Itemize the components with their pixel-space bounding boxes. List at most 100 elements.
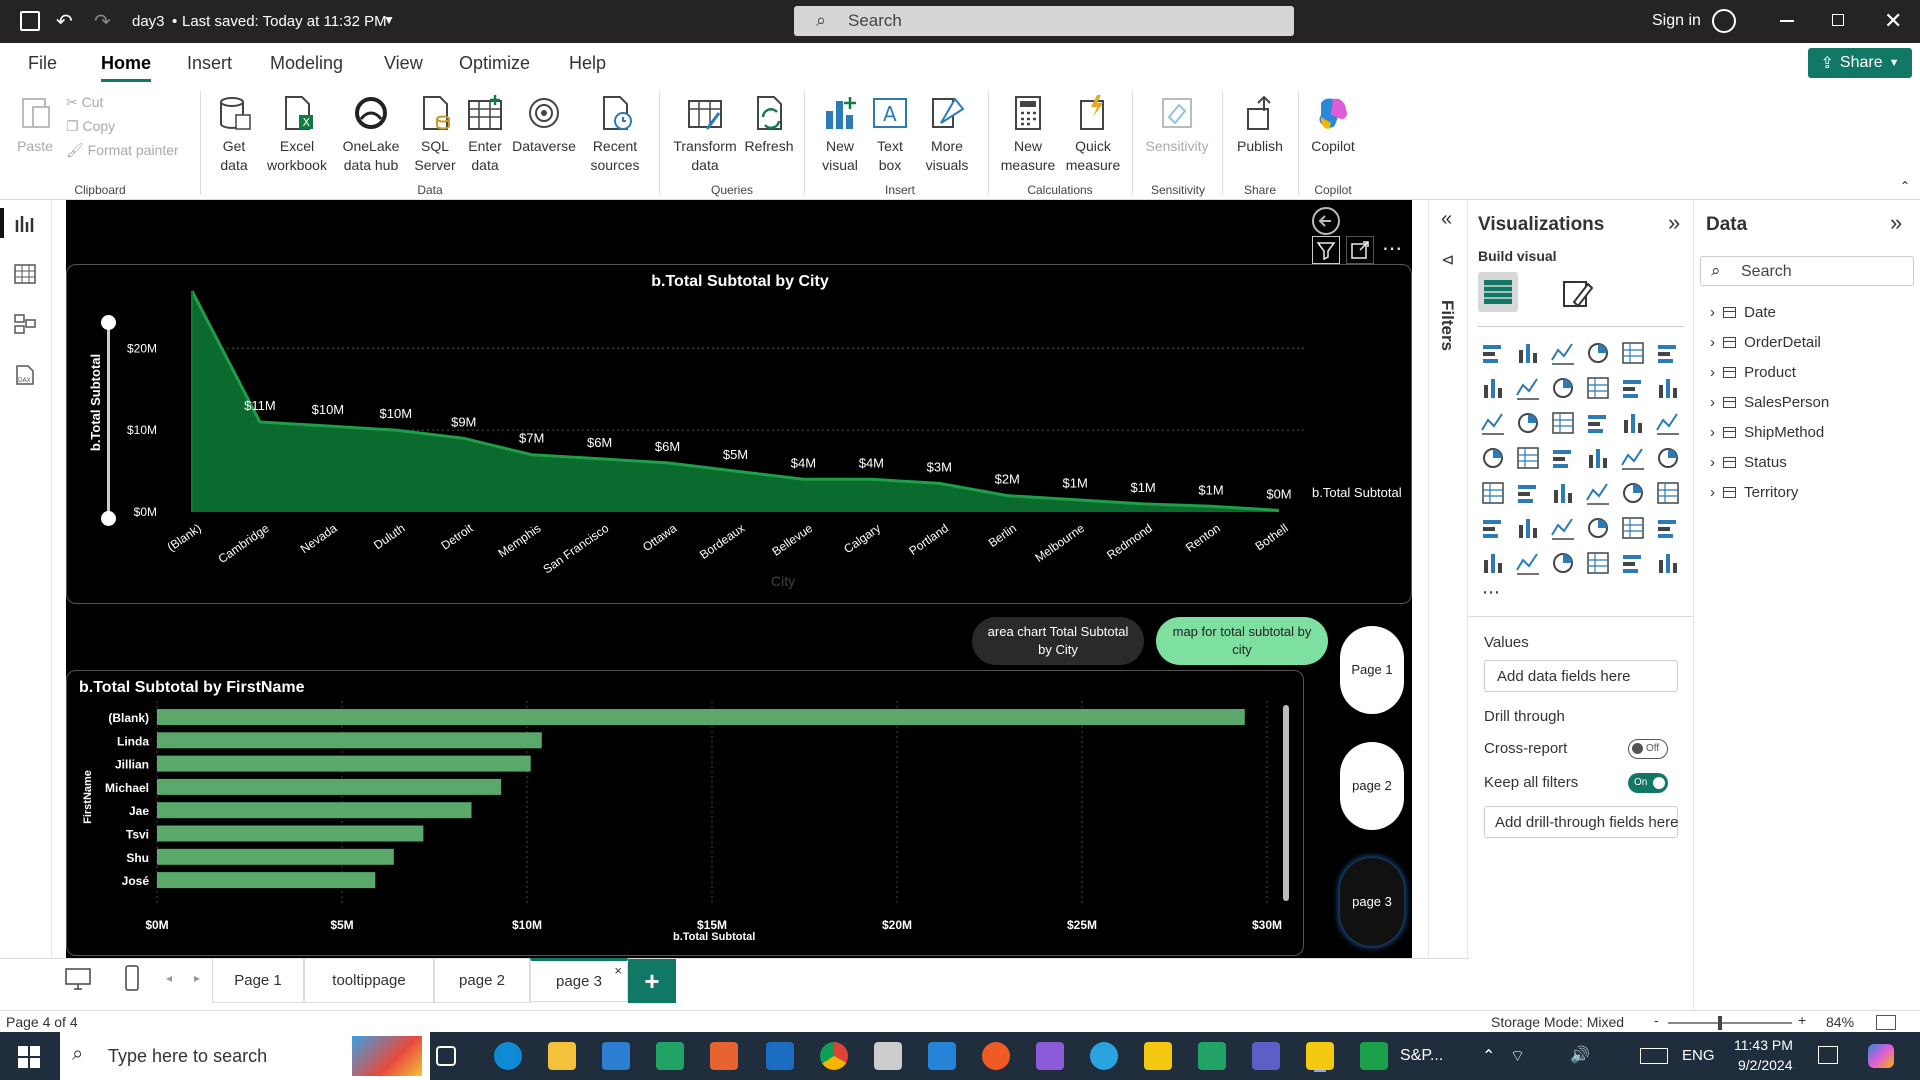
store-icon[interactable] — [602, 1042, 630, 1070]
tab-page-3[interactable]: page 3 × — [530, 958, 628, 1002]
new-measure-button[interactable]: New measure — [996, 93, 1060, 175]
language-indicator[interactable]: ENG — [1682, 1047, 1715, 1064]
treemap-icon[interactable] — [1480, 445, 1506, 471]
area-chart-nav-button[interactable]: area chart Total Subtotal by City — [972, 617, 1144, 665]
report-view-icon[interactable] — [0, 208, 4, 238]
menu-modeling[interactable]: Modeling — [270, 53, 343, 74]
menu-insert[interactable]: Insert — [187, 53, 232, 74]
mail-envelope-icon[interactable] — [874, 1042, 902, 1070]
more-visuals-ellipsis-icon[interactable]: ⋯ — [1482, 582, 1500, 603]
chevron-right-icon[interactable]: › — [1710, 454, 1719, 471]
speaker-icon[interactable]: 🔊 — [1570, 1045, 1590, 1065]
task-view-icon[interactable] — [436, 1046, 456, 1066]
network-icon[interactable]: ⌔ — [1510, 1046, 1525, 1066]
recent-sources-button[interactable]: Recent sources — [582, 93, 648, 175]
chevron-right-icon[interactable]: › — [1710, 334, 1719, 351]
azure-map-icon[interactable] — [1585, 445, 1611, 471]
close-icon[interactable]: ✕ — [1884, 8, 1902, 34]
table-item[interactable]: › Status — [1710, 454, 1787, 471]
quick-measure-button[interactable]: Quick measure — [1062, 93, 1124, 175]
taskbar-search-input[interactable]: ⌕ Type here to search — [60, 1032, 430, 1080]
chevron-right-icon[interactable]: › — [1710, 394, 1719, 411]
bar[interactable] — [157, 825, 424, 842]
page-1-nav-button[interactable]: Page 1 — [1340, 626, 1404, 714]
menu-file[interactable]: File — [28, 53, 57, 74]
kpi-icon[interactable] — [1515, 480, 1541, 506]
notification-icon[interactable] — [1818, 1046, 1838, 1064]
new-visual-button[interactable]: New visual — [814, 93, 866, 175]
add-page-button[interactable]: + — [628, 959, 676, 1003]
app-icon-orange[interactable] — [710, 1042, 738, 1070]
scatter-icon[interactable] — [1585, 410, 1611, 436]
slicer-icon[interactable] — [1550, 480, 1576, 506]
data-search-input[interactable]: ⌕ Search — [1700, 256, 1914, 286]
dataverse-button[interactable]: Dataverse — [510, 93, 578, 156]
get-data-button[interactable]: Get data — [210, 93, 258, 175]
refresh-button[interactable]: Refresh — [742, 93, 796, 156]
line-column-icon[interactable] — [1620, 375, 1646, 401]
tab-page-1[interactable]: Page 1 — [212, 959, 304, 1003]
page-2-nav-button[interactable]: page 2 — [1340, 742, 1404, 830]
zoom-out-icon[interactable]: - — [1654, 1012, 1659, 1028]
filled-map-icon[interactable] — [1550, 445, 1576, 471]
bar[interactable] — [157, 848, 394, 865]
sql-server-button[interactable]: SQL Server — [412, 93, 458, 175]
postman-icon[interactable] — [982, 1042, 1010, 1070]
bar[interactable] — [157, 778, 502, 795]
telegram-icon[interactable] — [1090, 1042, 1118, 1070]
mail-icon[interactable] — [766, 1042, 794, 1070]
back-arrow-icon[interactable] — [1311, 206, 1341, 236]
paste-button[interactable]: Paste — [14, 93, 56, 156]
prev-page-icon[interactable]: ◂ — [166, 971, 172, 985]
close-tab-icon[interactable]: × — [614, 963, 622, 978]
bar-chart-card[interactable]: b.Total Subtotal by FirstName FirstName … — [66, 670, 1304, 956]
restore-icon[interactable] — [1832, 14, 1844, 26]
narrative-new-icon[interactable] — [1550, 550, 1576, 576]
menu-home[interactable]: Home — [101, 53, 152, 82]
drill-through-drop-zone[interactable]: Add drill-through fields here — [1484, 806, 1678, 838]
key-influencers-icon[interactable] — [1515, 515, 1541, 541]
table-item[interactable]: › Product — [1710, 364, 1796, 381]
build-visual-tab[interactable] — [1478, 272, 1518, 312]
chevron-right-icon[interactable]: › — [1710, 424, 1719, 441]
next-page-icon[interactable]: ▸ — [194, 971, 200, 985]
file-name[interactable]: day3 — [132, 13, 165, 30]
cross-report-toggle[interactable]: Off — [1628, 739, 1668, 759]
model-view-icon[interactable] — [14, 314, 36, 334]
area-fill[interactable] — [192, 291, 1279, 512]
format-painter-button[interactable]: 🖌 Format painter — [66, 141, 179, 160]
r-visual-icon[interactable] — [1655, 480, 1681, 506]
share-button[interactable]: ⇪ Share ▼ — [1808, 48, 1912, 78]
copilot-viz-icon[interactable] — [1655, 550, 1681, 576]
bar-chart[interactable]: $0M $5M $10M $15M $20M $25M $30M (Blank) Linda Ji… — [67, 671, 1305, 957]
funnel-icon[interactable] — [1550, 410, 1576, 436]
pie-icon[interactable] — [1620, 410, 1646, 436]
dax-query-icon[interactable]: DAX — [14, 364, 36, 386]
zoom-slider-thumb[interactable] — [1718, 1016, 1722, 1030]
zoom-slider[interactable] — [1668, 1016, 1792, 1030]
copilot-button[interactable]: Copilot — [1306, 93, 1360, 156]
table-view-icon[interactable] — [14, 264, 36, 284]
line-clustered-icon[interactable] — [1655, 375, 1681, 401]
paginated-icon[interactable] — [1480, 550, 1506, 576]
excel-app-icon-2[interactable] — [1198, 1042, 1226, 1070]
sensitivity-button[interactable]: Sensitivity — [1140, 93, 1214, 156]
clustered-column-icon[interactable] — [1585, 340, 1611, 366]
table-item[interactable]: › Territory — [1710, 484, 1798, 501]
values-drop-zone[interactable]: Add data fields here — [1484, 660, 1678, 692]
chevron-right-icon[interactable]: › — [1710, 364, 1719, 381]
bar[interactable] — [157, 755, 531, 772]
line-icon[interactable] — [1480, 375, 1506, 401]
filters-pane[interactable]: « ⊲ Filters — [1428, 200, 1468, 1010]
onelake-button[interactable]: OneLake data hub — [334, 93, 408, 175]
fit-to-page-icon[interactable] — [1876, 1015, 1896, 1030]
tray-chevron-icon[interactable]: ⌃ — [1482, 1046, 1495, 1066]
area-chart[interactable]: $0M $10M $20M (Blank) $11M Cambridge $10M Nevad… — [67, 265, 1413, 605]
text-box-button[interactable]: A Text box — [866, 93, 914, 175]
menu-help[interactable]: Help — [569, 53, 606, 74]
powerbi-active-icon[interactable] — [1306, 1042, 1334, 1070]
expand-filters-icon[interactable]: « — [1441, 208, 1452, 231]
more-visuals-button[interactable]: More visuals — [918, 93, 976, 175]
stacked-area-icon[interactable] — [1550, 375, 1576, 401]
clustered-bar-icon[interactable] — [1550, 340, 1576, 366]
